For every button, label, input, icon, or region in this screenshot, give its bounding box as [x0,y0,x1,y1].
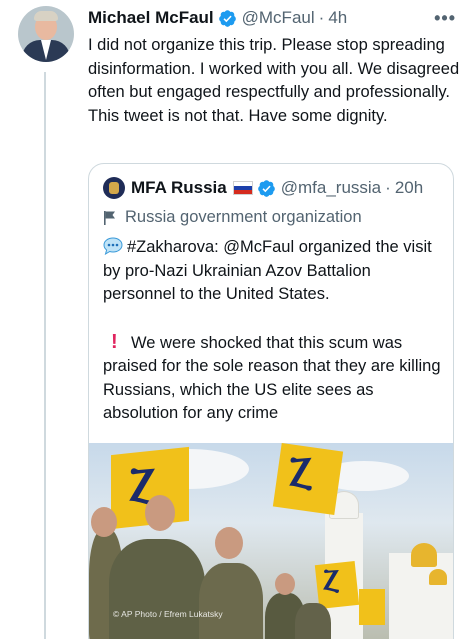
tweet-timestamp[interactable]: 4h [328,8,347,28]
quoted-paragraph-2-text: We were shocked that this scum was prais… [103,333,441,423]
avatar[interactable] [18,6,74,62]
speech-bubble-icon [103,237,123,255]
affiliation-text: Russia government organization [125,208,362,226]
quoted-paragraph-2: ! We were shocked that this scum was prai… [103,331,443,426]
separator-dot: · [318,8,325,27]
author-handle[interactable]: @McFaul [242,8,315,28]
government-flag-icon [104,210,115,225]
russia-flag-icon [232,181,253,195]
quoted-author-name: MFA Russia [131,178,227,197]
quoted-avatar [103,177,125,199]
quoted-paragraph-1: #Zakharova: @McFaul organized the visit … [103,236,443,307]
photo-credit: © AP Photo / Efrem Lukatsky [113,609,223,619]
quoted-author-handle: @mfa_russia [280,178,382,197]
separator-dot: · [385,178,391,197]
tweet-header: Michael McFaul @McFaul · 4h ••• [88,6,460,30]
tweet-text: I did not organize this trip. Please sto… [88,36,460,125]
quoted-tweet-text: #Zakharova: @McFaul organized the visit … [103,236,443,426]
quoted-tweet-header: MFA Russia @mfa_russia · 20h [103,177,447,199]
quoted-media-photo[interactable]: Ⲍ Ⲍ Ⲍ © AP Photo / Efrem Lukatsky [89,443,453,639]
quoted-timestamp: 20h [394,178,424,197]
verified-badge-icon [218,9,236,27]
author-name[interactable]: Michael McFaul [88,8,214,28]
verified-badge-icon [257,179,275,197]
more-options-icon[interactable]: ••• [434,8,456,29]
quoted-tweet[interactable]: MFA Russia @mfa_russia · 20h Russia gove… [88,163,454,639]
affiliation-label: Russia government organization [103,208,362,227]
quoted-paragraph-1-text: #Zakharova: @McFaul organized the visit … [103,238,432,303]
thread-line [44,72,46,639]
exclamation-icon: ! [111,330,118,353]
